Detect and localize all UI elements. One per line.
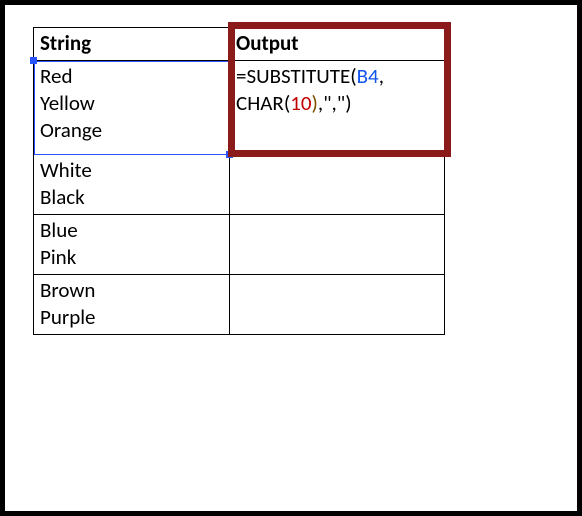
cell-string-row1[interactable]: Red Yellow Orange (34, 61, 230, 155)
cell-output-row4[interactable] (230, 275, 445, 335)
formula-text[interactable]: =SUBSTITUTE(B4,CHAR(10),",") (236, 63, 438, 117)
cell-line: Purple (40, 304, 223, 331)
cell-line: Yellow (40, 90, 223, 117)
cell-output-row3[interactable] (230, 215, 445, 275)
cell-string-row4[interactable]: Brown Purple (34, 275, 230, 335)
cell-line: Red (40, 63, 223, 90)
image-frame: String Output Red Yellow Orange =SUBSTIT… (0, 0, 582, 516)
cell-line: Brown (40, 277, 223, 304)
spreadsheet-table: String Output Red Yellow Orange =SUBSTIT… (33, 27, 445, 335)
cell-line: Blue (40, 217, 223, 244)
cell-output-row2[interactable] (230, 155, 445, 215)
spreadsheet-table-area: String Output Red Yellow Orange =SUBSTIT… (33, 27, 444, 335)
cell-output-row1-formula[interactable]: =SUBSTITUTE(B4,CHAR(10),",") (230, 61, 445, 155)
header-output[interactable]: Output (230, 28, 445, 61)
edit-cursor-edge (230, 61, 232, 154)
cell-string-row3[interactable]: Blue Pink (34, 215, 230, 275)
cell-line: White (40, 157, 223, 184)
cell-line: Orange (40, 117, 223, 144)
header-string[interactable]: String (34, 28, 230, 61)
reference-handle-bottomright[interactable] (226, 151, 233, 158)
cell-line: Pink (40, 244, 223, 271)
reference-handle-topleft[interactable] (30, 57, 37, 64)
cell-line: Black (40, 184, 223, 211)
cell-string-row2[interactable]: White Black (34, 155, 230, 215)
